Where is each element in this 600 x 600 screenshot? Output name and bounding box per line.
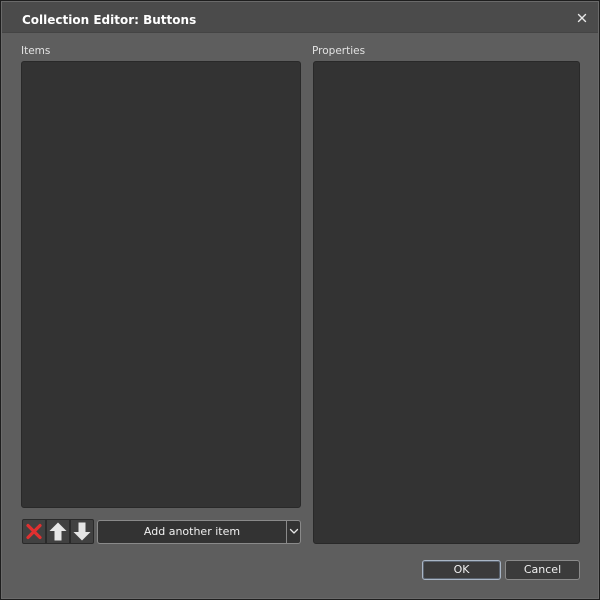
arrow-up-icon [47, 520, 69, 543]
dialog-title: Collection Editor: Buttons [22, 13, 197, 27]
add-another-item-button[interactable]: Add another item [97, 520, 286, 544]
move-up-button[interactable] [46, 519, 70, 544]
ok-button[interactable]: OK [422, 560, 501, 580]
delete-item-button[interactable] [22, 519, 46, 544]
cancel-button[interactable]: Cancel [505, 560, 580, 580]
title-bar[interactable]: Collection Editor: Buttons [2, 2, 598, 33]
move-down-button[interactable] [70, 519, 94, 544]
items-list[interactable] [21, 61, 301, 508]
close-button[interactable] [574, 10, 590, 26]
properties-label: Properties [312, 45, 366, 57]
items-label: Items [21, 45, 51, 57]
chevron-down-icon [287, 528, 300, 536]
arrow-down-icon [71, 520, 93, 543]
properties-grid[interactable] [313, 61, 580, 544]
add-item-dropdown-button[interactable] [286, 520, 301, 544]
close-icon [574, 10, 590, 26]
delete-icon [23, 520, 45, 543]
collection-editor-dialog: Collection Editor: Buttons Items Propert… [0, 0, 600, 600]
